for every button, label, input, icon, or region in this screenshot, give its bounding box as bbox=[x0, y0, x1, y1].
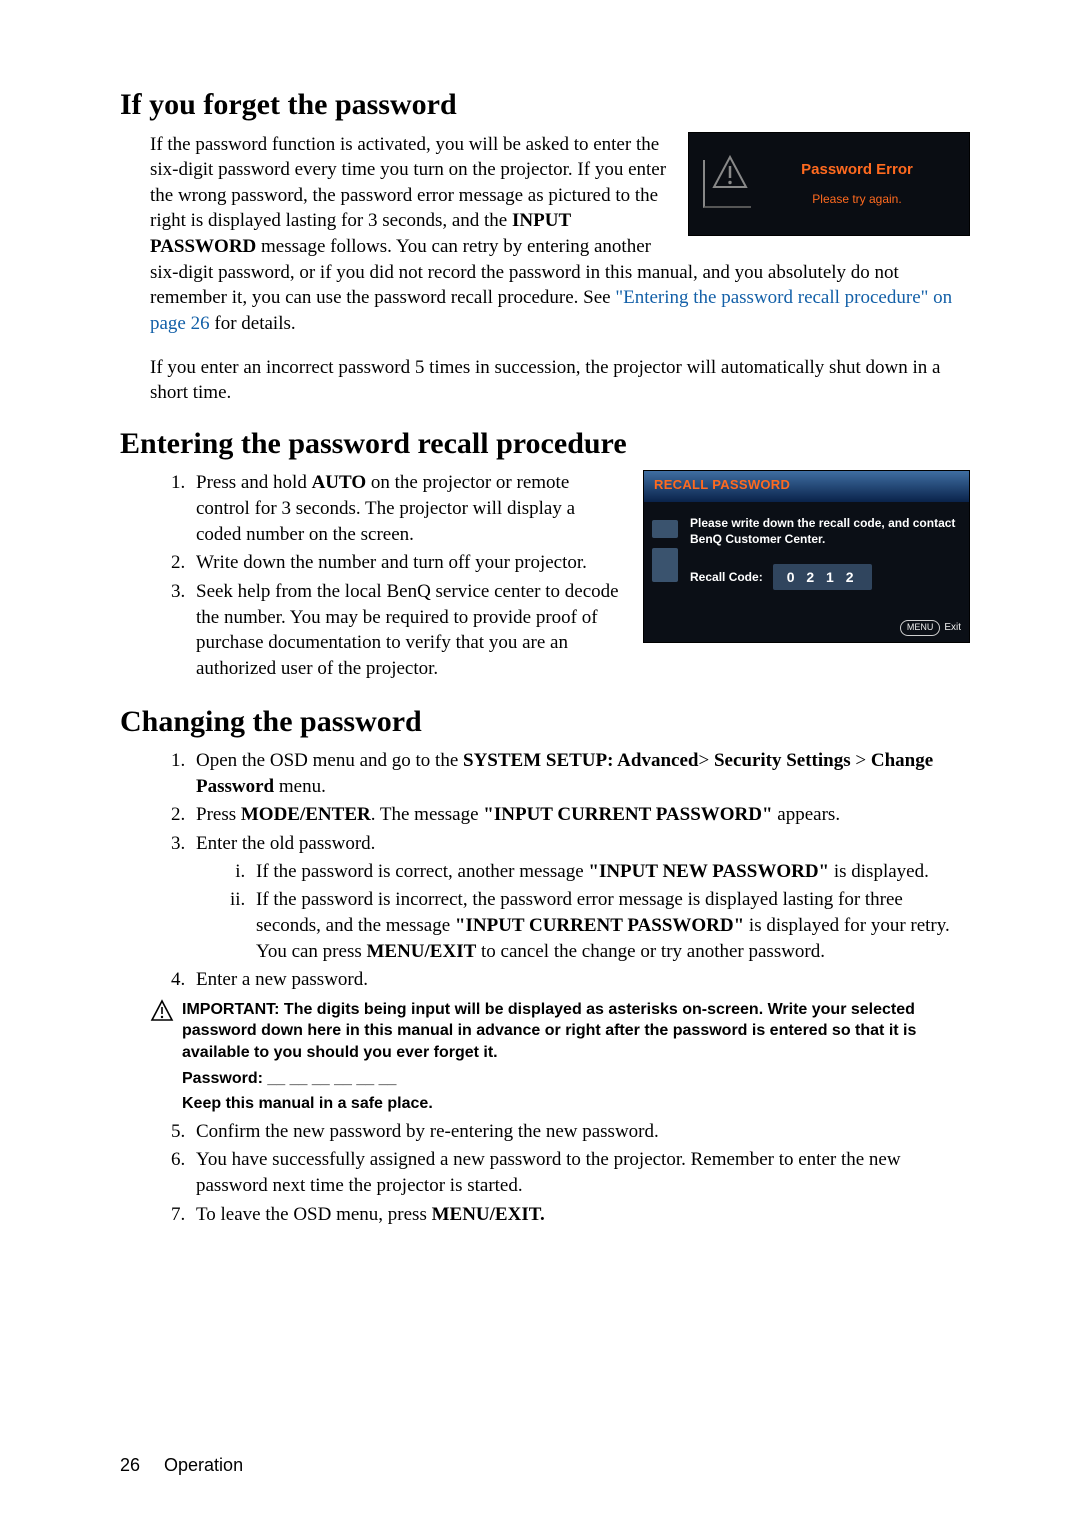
menu-path: SYSTEM SETUP: Advanced bbox=[463, 750, 698, 771]
text: Press and hold bbox=[196, 472, 312, 493]
password-error-title: Password Error bbox=[755, 160, 959, 180]
text: If the password function is activated, y… bbox=[150, 134, 666, 232]
recall-code-value: 0 2 1 2 bbox=[773, 564, 872, 591]
heading-changing-password: Changing the password bbox=[120, 702, 970, 743]
list-item: Press MODE/ENTER. The message "INPUT CUR… bbox=[190, 802, 970, 828]
exit-label: Exit bbox=[944, 621, 961, 635]
text: Enter the old password. bbox=[196, 833, 375, 854]
page-number: 26 bbox=[120, 1455, 140, 1475]
mode-enter-label: MODE/ENTER bbox=[241, 804, 371, 825]
text: appears. bbox=[773, 804, 841, 825]
text: to cancel the change or try another pass… bbox=[476, 941, 825, 962]
section-name: Operation bbox=[164, 1455, 243, 1475]
list-item: Enter a new password. bbox=[190, 967, 970, 993]
list-item: Confirm the new password by re-entering … bbox=[190, 1119, 970, 1145]
osd-message: "INPUT CURRENT PASSWORD" bbox=[455, 915, 744, 936]
list-item: If the password is incorrect, the passwo… bbox=[250, 887, 970, 964]
recall-box-title: RECALL PASSWORD bbox=[644, 471, 969, 502]
list-item: You have successfully assigned a new pas… bbox=[190, 1147, 970, 1198]
recall-code-label: Recall Code: bbox=[690, 569, 763, 585]
text: . The message bbox=[371, 804, 484, 825]
change-password-steps: Open the OSD menu and go to the SYSTEM S… bbox=[120, 748, 970, 993]
important-note: IMPORTANT: The digits being input will b… bbox=[182, 999, 970, 1064]
page-footer: 26 Operation bbox=[120, 1453, 243, 1477]
menu-button-label: MENU bbox=[900, 620, 941, 635]
password-error-msg: Please try again. bbox=[755, 191, 959, 207]
list-item: Open the OSD menu and go to the SYSTEM S… bbox=[190, 748, 970, 799]
text: menu. bbox=[274, 776, 326, 797]
change-password-steps-cont: Confirm the new password by re-entering … bbox=[120, 1119, 970, 1228]
keep-manual-safe: Keep this manual in a safe place. bbox=[120, 1093, 970, 1115]
menu-exit-label: MENU/EXIT. bbox=[432, 1204, 545, 1225]
recall-side-bars bbox=[650, 516, 690, 590]
password-error-box: Password Error Please try again. bbox=[688, 132, 970, 236]
auto-button-label: AUTO bbox=[312, 472, 367, 493]
text: To leave the OSD menu, press bbox=[196, 1204, 432, 1225]
recall-box-msg: Please write down the recall code, and c… bbox=[690, 516, 959, 547]
osd-message: "INPUT CURRENT PASSWORD" bbox=[483, 804, 772, 825]
heading-recall-procedure: Entering the password recall procedure bbox=[120, 424, 970, 465]
text: for details. bbox=[210, 313, 296, 334]
list-item: Enter the old password. If the password … bbox=[190, 831, 970, 964]
heading-forget-password: If you forget the password bbox=[120, 85, 970, 126]
menu-path: Security Settings bbox=[714, 750, 851, 771]
list-item: If the password is correct, another mess… bbox=[250, 859, 970, 885]
recall-password-box: RECALL PASSWORD Please write down the re… bbox=[643, 470, 970, 642]
text: If the password is correct, another mess… bbox=[256, 861, 588, 882]
menu-exit-label: MENU/EXIT bbox=[366, 941, 476, 962]
text: is displayed. bbox=[829, 861, 929, 882]
osd-message: "INPUT NEW PASSWORD" bbox=[588, 861, 829, 882]
password-blank-line: Password: __ __ __ __ __ __ bbox=[120, 1068, 970, 1090]
list-item: To leave the OSD menu, press MENU/EXIT. bbox=[190, 1202, 970, 1228]
text: Press bbox=[196, 804, 241, 825]
text: Open the OSD menu and go to the bbox=[196, 750, 463, 771]
caution-icon bbox=[150, 999, 174, 1031]
sub-steps: If the password is correct, another mess… bbox=[196, 859, 970, 965]
text: > bbox=[851, 750, 871, 771]
warning-icon bbox=[703, 160, 751, 208]
lockout-paragraph: If you enter an incorrect password 5 tim… bbox=[120, 355, 970, 406]
text: > bbox=[698, 750, 713, 771]
